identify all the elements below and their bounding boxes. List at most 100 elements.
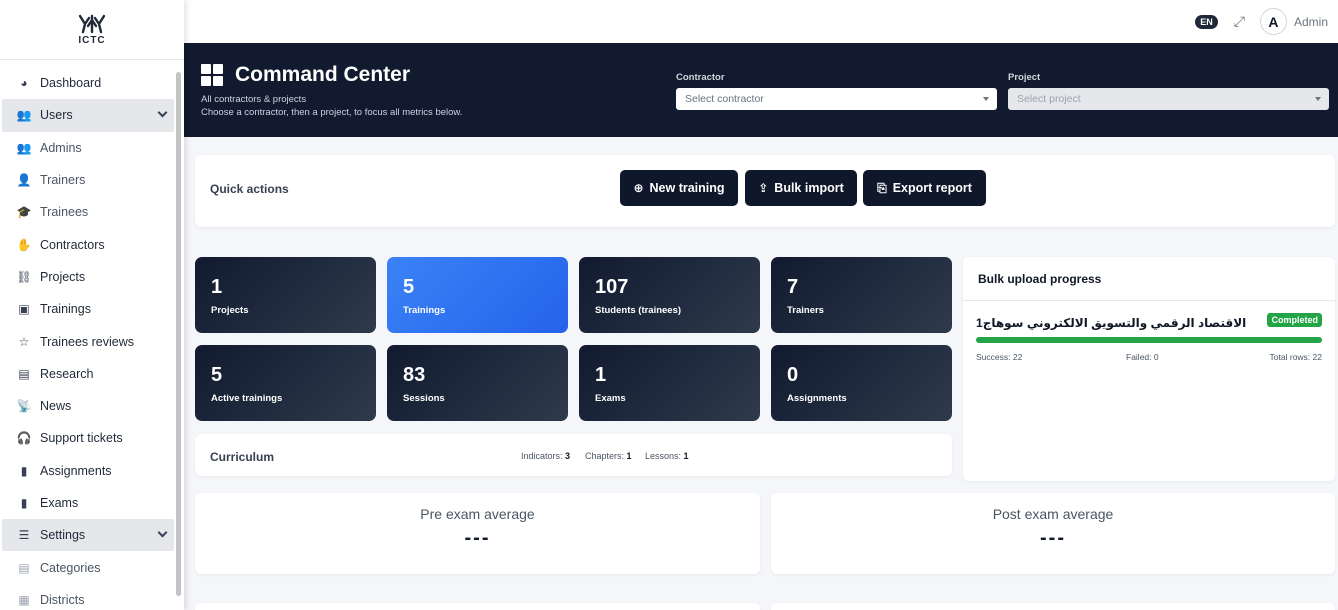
chapters-label: Chapters: xyxy=(585,451,625,461)
command-center-header: Command Center All contractors & project… xyxy=(184,43,1338,137)
stat-value: 83 xyxy=(403,364,426,386)
stat-card-sessions[interactable]: 83 Sessions xyxy=(387,345,568,421)
pre-exam-title: Pre exam average xyxy=(420,506,535,522)
stat-value: 107 xyxy=(595,276,629,298)
stat-label: Exams xyxy=(595,393,626,404)
failed-count: Failed: 0 xyxy=(1126,352,1159,362)
stat-card-active-trainings[interactable]: 5 Active trainings xyxy=(195,345,376,421)
stat-card-students[interactable]: 107 Students (trainees) xyxy=(579,257,760,333)
gauge-icon: ◕ xyxy=(20,76,28,91)
stat-card-projects[interactable]: 1 Projects xyxy=(195,257,376,333)
stat-card-exams[interactable]: 1 Exams xyxy=(579,345,760,421)
hand-holding-icon: ✋ xyxy=(16,237,32,252)
pre-exam-value: --- xyxy=(464,527,491,549)
sitemap-icon: ⛓ xyxy=(16,269,32,284)
page-title: Command Center xyxy=(235,63,411,86)
bulk-import-button[interactable]: ⇪ Bulk import xyxy=(745,170,857,206)
fullscreen-icon[interactable]: ⤢ xyxy=(1234,13,1245,30)
sidebar-item-label: Categories xyxy=(40,560,101,575)
caret-down-icon xyxy=(983,97,989,101)
new-training-label: New training xyxy=(649,181,725,195)
sidebar-item-projects[interactable]: ⛓ Projects xyxy=(2,261,174,293)
sidebar-item-label: Projects xyxy=(40,269,86,284)
sidebar-item-contractors[interactable]: ✋ Contractors xyxy=(2,228,174,260)
chevron-down-icon[interactable] xyxy=(157,107,168,118)
indicators-value: 3 xyxy=(565,451,571,461)
bulk-upload-card: Bulk upload progress الاقتصاد الرقمي وال… xyxy=(963,257,1335,481)
post-exam-title: Post exam average xyxy=(992,506,1114,522)
grid-icon xyxy=(201,64,223,86)
caret-down-icon xyxy=(1315,97,1321,101)
post-exam-value: --- xyxy=(1040,527,1066,549)
chevron-down-icon[interactable] xyxy=(157,527,168,538)
sidebar-item-label: Trainings xyxy=(40,302,91,317)
sidebar-item-trainees[interactable]: 🎓 Trainees xyxy=(2,196,174,228)
graduation-cap-icon: 🎓 xyxy=(16,205,32,220)
page-title-wrap: Command Center xyxy=(201,63,410,87)
subtitle-line-1: All contractors & projects xyxy=(201,94,307,105)
language-switch[interactable]: EN xyxy=(1195,14,1218,29)
new-training-button[interactable]: ⊕ New training xyxy=(620,170,738,206)
stat-card-trainers[interactable]: 7 Trainers xyxy=(771,257,952,333)
stat-label: Assignments xyxy=(787,393,847,404)
sidebar-item-trainings[interactable]: ▣ Trainings xyxy=(2,293,174,325)
users-icon: 👥 xyxy=(16,108,32,123)
sidebar-item-users[interactable]: 👥 Users xyxy=(2,99,174,132)
contractor-select[interactable]: Select contractor xyxy=(676,88,997,110)
stat-label: Projects xyxy=(211,305,249,316)
sidebar-item-label: Trainers xyxy=(40,173,86,188)
stat-value: 0 xyxy=(787,364,799,386)
sidebar-item-label: Contractors xyxy=(40,237,105,252)
stat-value: 1 xyxy=(211,276,223,298)
curriculum-indicators: Indicators: 3 xyxy=(521,451,570,461)
sidebar-item-categories[interactable]: ▤ Categories xyxy=(2,551,174,583)
book-icon: ▤ xyxy=(18,366,30,381)
file-icon: ▮ xyxy=(20,463,28,478)
success-count: Success: 22 xyxy=(976,352,1023,362)
stat-value: 5 xyxy=(211,364,223,386)
sidebar-nav: ◕ Dashboard 👥 Users 👥 Admins 👤 Trainers 🎓 Trainee… xyxy=(0,60,184,610)
clipboard-icon: ▤ xyxy=(18,560,30,575)
sidebar-item-admins[interactable]: 👥 Admins xyxy=(2,132,174,164)
user-name[interactable]: Admin xyxy=(1294,15,1328,29)
quick-actions-card: Quick actions ⊕ New training ⇪ Bulk impo… xyxy=(195,155,1335,227)
sliders-icon: ☰ xyxy=(18,528,30,543)
bulk-upload-header: Bulk upload progress xyxy=(963,257,1335,301)
sidebar: ICTC ◕ Dashboard 👥 Users 👥 Admins 👤 Trainers 🎓 Tr… xyxy=(0,0,184,610)
next-card xyxy=(771,603,1335,610)
bulk-import-label: Bulk import xyxy=(774,181,844,195)
sidebar-item-trainers[interactable]: 👤 Trainers xyxy=(2,164,174,196)
plus-circle-icon: ⊕ xyxy=(633,181,644,195)
sidebar-item-trainees-reviews[interactable]: ☆ Trainees reviews xyxy=(2,325,174,357)
project-select[interactable]: Select project xyxy=(1008,88,1329,110)
logo[interactable]: ICTC xyxy=(0,0,184,60)
sidebar-item-exams[interactable]: ▮ Exams xyxy=(2,487,174,519)
sidebar-item-research[interactable]: ▤ Research xyxy=(2,358,174,390)
sidebar-item-settings[interactable]: ☰ Settings xyxy=(2,519,174,552)
avatar[interactable]: A xyxy=(1260,9,1286,34)
subtitle-line-2: Choose a contractor, then a project, to … xyxy=(201,107,463,118)
sidebar-item-label: Settings xyxy=(40,528,86,543)
sidebar-item-news[interactable]: 📡 News xyxy=(2,390,174,422)
sidebar-item-support-tickets[interactable]: 🎧 Support tickets xyxy=(2,422,174,454)
sidebar-item-dashboard[interactable]: ◕ Dashboard xyxy=(2,67,174,99)
quick-actions-label: Quick actions xyxy=(210,182,289,196)
contractor-select-value: Select contractor xyxy=(685,93,764,105)
star-icon: ☆ xyxy=(18,334,30,349)
export-report-button[interactable]: ⎘ Export report xyxy=(863,170,986,206)
stat-card-trainings[interactable]: 5 Trainings xyxy=(387,257,568,333)
sidebar-scrollbar[interactable] xyxy=(176,72,181,596)
user-menu[interactable]: A Admin xyxy=(1260,9,1328,34)
stat-label: Students (trainees) xyxy=(595,305,682,316)
broadcast-icon: 📡 xyxy=(16,399,32,414)
lessons-value: 1 xyxy=(683,451,689,461)
file-export-icon: ⎘ xyxy=(877,180,887,195)
stat-card-assignments[interactable]: 0 Assignments xyxy=(771,345,952,421)
indicators-label: Indicators: xyxy=(521,451,563,461)
sidebar-item-assignments[interactable]: ▮ Assignments xyxy=(2,455,174,487)
progress-bar xyxy=(976,337,1322,343)
sidebar-item-label: Support tickets xyxy=(40,431,123,446)
sidebar-item-districts[interactable]: ▦ Districts xyxy=(2,584,174,610)
sidebar-item-label: Research xyxy=(40,366,94,381)
curriculum-lessons: Lessons: 1 xyxy=(645,451,689,461)
